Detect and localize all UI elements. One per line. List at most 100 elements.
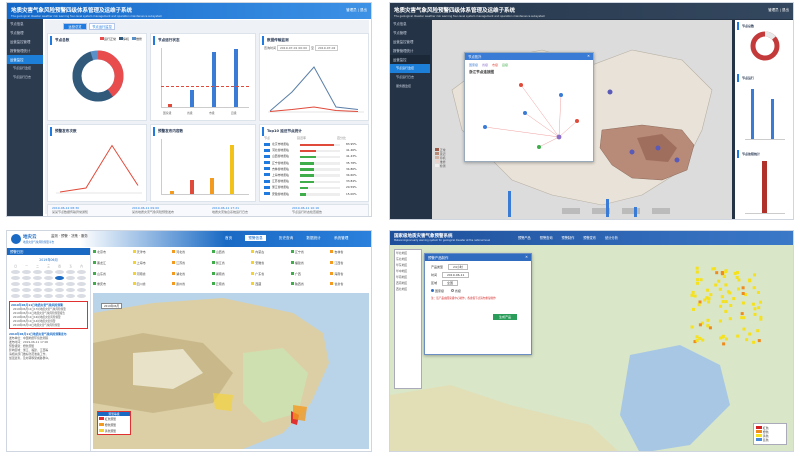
province-chip[interactable]: 河北省 xyxy=(172,250,211,260)
radio-national[interactable] xyxy=(431,289,434,292)
sidebar-item-manage[interactable]: 节点管理 xyxy=(7,28,43,37)
province-chip[interactable]: 陕西省 xyxy=(290,282,330,292)
timeline-text[interactable]: 节点运行状态检查报告 xyxy=(292,210,322,214)
calendar-day[interactable] xyxy=(33,294,42,298)
sidebar-item-alarm[interactable]: 报警管理统计 xyxy=(7,46,43,55)
sidebar-item-monitor[interactable]: 运营监控管理 xyxy=(7,37,43,46)
province-chip[interactable]: 辽宁省 xyxy=(290,250,330,260)
calendar-day[interactable] xyxy=(33,288,42,292)
calendar-day[interactable] xyxy=(44,294,53,298)
sidebar-item-ops[interactable]: 运营监控 xyxy=(390,55,430,64)
province-chip[interactable]: 内蒙古 xyxy=(251,250,290,260)
calendar-day[interactable] xyxy=(77,294,86,298)
terrain-map[interactable]: 2019年06月 预警等级 红色预警 橙色预警 黄色预警 xyxy=(93,293,369,449)
nav-stats[interactable]: 数据统计 xyxy=(306,236,320,240)
date-input[interactable]: 2019-06-11 xyxy=(441,272,470,278)
province-chip[interactable]: 北京市 xyxy=(93,250,132,260)
radio-province[interactable] xyxy=(450,289,454,292)
top10-row[interactable]: 安徽省地质站 15.00% xyxy=(264,192,368,198)
province-chip[interactable]: 湖北省 xyxy=(172,271,211,282)
nav-history[interactable]: 历史查询 xyxy=(279,236,293,240)
province-chip[interactable]: 安徽省 xyxy=(251,260,290,271)
calendar-day[interactable] xyxy=(44,282,53,286)
product-type-select[interactable]: 24小时 xyxy=(447,264,468,270)
tree-item[interactable]: 西北地区 xyxy=(395,286,421,292)
province-chip[interactable]: 江苏省 xyxy=(172,260,211,271)
province-chip[interactable]: 甘肃省 xyxy=(330,282,369,292)
nav-item[interactable]: 预警查询 xyxy=(540,236,553,240)
month-label[interactable]: 2019年06月 xyxy=(7,257,90,262)
sidebar-subitem[interactable]: 节点运行监控 xyxy=(7,64,43,73)
calendar-day[interactable] xyxy=(11,276,20,280)
province-chip[interactable]: 云南省 xyxy=(211,282,251,292)
timeline-text[interactable]: 地质灾害信息系统运行日志 xyxy=(212,210,248,214)
calendar-day[interactable] xyxy=(11,282,20,286)
timeline-text[interactable]: 某某节点数据传输异常通知 xyxy=(52,210,88,214)
sidebar-subitem[interactable]: 节点运行日志 xyxy=(7,73,43,82)
calendar-day[interactable] xyxy=(55,270,64,274)
calendar-day[interactable] xyxy=(33,270,42,274)
calendar-day[interactable] xyxy=(11,270,20,274)
calendar-day[interactable] xyxy=(77,270,86,274)
sidebar-item-nodes[interactable]: 节点信息 xyxy=(390,19,430,28)
close-icon[interactable]: ✕ xyxy=(525,255,528,259)
region-select[interactable]: 全国 xyxy=(441,280,458,286)
map-area[interactable]: 华北地区 东北地区 华东地区 华中地区 华南地区 西南地区 西北地区 预警产品制… xyxy=(390,245,793,451)
calendar-day[interactable] xyxy=(44,288,53,292)
province-chip[interactable]: 福建省 xyxy=(290,260,330,271)
calendar-day[interactable] xyxy=(55,288,64,292)
topology-popup[interactable]: 节点拓扑 ✕ 国家级 省级 市级 县级 浙江节点连接图 xyxy=(464,52,594,162)
calendar-day[interactable] xyxy=(22,294,31,298)
calendar-day[interactable] xyxy=(33,282,42,286)
calendar-day[interactable] xyxy=(66,270,75,274)
date-to-input[interactable]: 2019-07-02 xyxy=(314,45,339,51)
sidebar-item-monitor[interactable]: 运营监控管理 xyxy=(390,37,430,46)
calendar-day[interactable] xyxy=(66,288,75,292)
product-dialog[interactable]: 预警产品制作 ✕ 产品类型 24小时 时间 2019-06-11 区域 全国 国… xyxy=(424,253,532,355)
tab-node-monitor[interactable]: 节点运行监控 xyxy=(89,23,115,30)
calendar-day[interactable] xyxy=(11,288,20,292)
list-item[interactable]: 2019年06月10日地质灾害气象风险预警 xyxy=(11,323,86,327)
province-chip[interactable]: 黑龙江 xyxy=(93,260,132,271)
user-menu[interactable]: 管理员 | 退出 xyxy=(768,8,789,13)
province-chip[interactable]: 重庆市 xyxy=(93,282,132,292)
province-chip[interactable]: 湖南省 xyxy=(211,271,251,282)
calendar-day[interactable] xyxy=(66,276,75,280)
calendar-day[interactable] xyxy=(55,294,64,298)
sidebar-item-manage[interactable]: 节点管理 xyxy=(390,28,430,37)
province-chip[interactable]: 四川省 xyxy=(132,282,172,292)
province-chip[interactable]: 广西 xyxy=(290,271,330,282)
nav-item[interactable]: 预警发布 xyxy=(583,236,596,240)
calendar-day[interactable] xyxy=(44,276,53,280)
calendar-day[interactable] xyxy=(22,288,31,292)
calendar-day[interactable] xyxy=(66,282,75,286)
province-chip[interactable]: 天津市 xyxy=(132,250,172,260)
calendar-day[interactable] xyxy=(55,282,64,286)
nav-admin[interactable]: 系统管理 xyxy=(334,236,348,240)
calendar-day[interactable] xyxy=(55,276,64,280)
nav-item[interactable]: 预警制作 xyxy=(562,236,575,240)
generate-button[interactable]: 生成产品 xyxy=(493,314,517,321)
province-chip[interactable]: 广东省 xyxy=(251,271,290,282)
calendar-day[interactable] xyxy=(11,294,20,298)
calendar-day[interactable] xyxy=(22,282,31,286)
sidebar-item-ops[interactable]: 运营监控 xyxy=(7,55,43,64)
province-chip[interactable]: 浙江省 xyxy=(211,260,251,271)
calendar-day[interactable] xyxy=(66,294,75,298)
nav-item[interactable]: 预警产品 xyxy=(518,236,531,240)
sidebar-item-nodes[interactable]: 节点信息 xyxy=(7,19,43,28)
calendar-day[interactable] xyxy=(77,288,86,292)
province-chip[interactable]: 吉林省 xyxy=(330,250,369,260)
province-chip[interactable]: 山西省 xyxy=(211,250,251,260)
tab-overview[interactable]: 运营总览 xyxy=(63,23,87,30)
timeline-text[interactable]: 某省地质灾害气象风险预警发布 xyxy=(132,210,174,214)
nav-item[interactable]: 统计分析 xyxy=(605,236,618,240)
province-chip[interactable]: 河南省 xyxy=(132,271,172,282)
close-icon[interactable]: ✕ xyxy=(587,54,590,58)
calendar-day[interactable] xyxy=(33,276,42,280)
date-from-input[interactable]: 2019-07-01 00:00 xyxy=(276,45,311,51)
calendar-day[interactable] xyxy=(22,276,31,280)
sidebar-subitem[interactable]: 服务器监控 xyxy=(390,82,430,91)
sidebar-subitem[interactable]: 节点运行监控 xyxy=(390,64,430,73)
province-chip[interactable]: 西藏 xyxy=(251,282,290,292)
